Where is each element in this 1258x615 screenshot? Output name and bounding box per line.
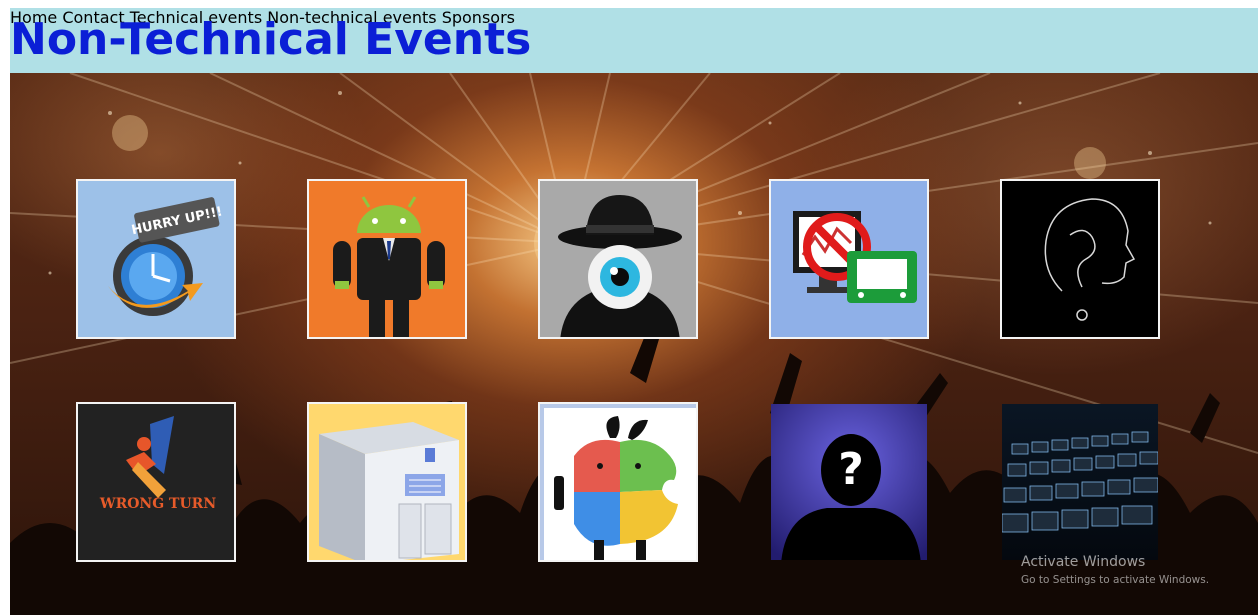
windows-apple-icon xyxy=(540,404,696,560)
top-navigation-bar: Non-Technical Events Home Contact Techni… xyxy=(10,8,1258,73)
event-tile-9[interactable]: ? xyxy=(769,402,929,562)
event-tile-2[interactable] xyxy=(307,179,467,339)
event-tile-10[interactable] xyxy=(1000,402,1160,562)
keyboard-icon xyxy=(1002,404,1158,560)
page-frame: Non-Technical Events Home Contact Techni… xyxy=(10,8,1258,615)
head-question-icon xyxy=(1002,181,1158,337)
hurry-up-icon: HURRY UP!!! xyxy=(78,181,234,337)
wrong-turn-icon: WRONG TURN xyxy=(78,404,234,560)
question-mark-label: ? xyxy=(838,444,864,495)
android-suit-icon xyxy=(309,181,465,337)
activate-windows-title: Activate Windows xyxy=(1021,554,1146,570)
event-tile-8[interactable] xyxy=(538,402,698,562)
mystery-person-icon: ? xyxy=(771,404,927,560)
event-tile-4[interactable] xyxy=(769,179,929,339)
event-tile-7[interactable] xyxy=(307,402,467,562)
wrong-turn-label: WRONG TURN xyxy=(99,496,216,512)
spy-eye-icon xyxy=(540,181,696,337)
activate-windows-subtitle: Go to Settings to activate Windows. xyxy=(1021,574,1210,586)
event-tile-6[interactable]: WRONG TURN xyxy=(76,402,236,562)
event-tile-3[interactable] xyxy=(538,179,698,339)
event-tile-5[interactable] xyxy=(1000,179,1160,339)
page-title: Non-Technical Events xyxy=(10,14,532,65)
computer-tower-icon xyxy=(309,404,465,560)
event-tile-1[interactable]: HURRY UP!!! xyxy=(76,179,236,339)
no-computer-icon xyxy=(771,181,927,337)
